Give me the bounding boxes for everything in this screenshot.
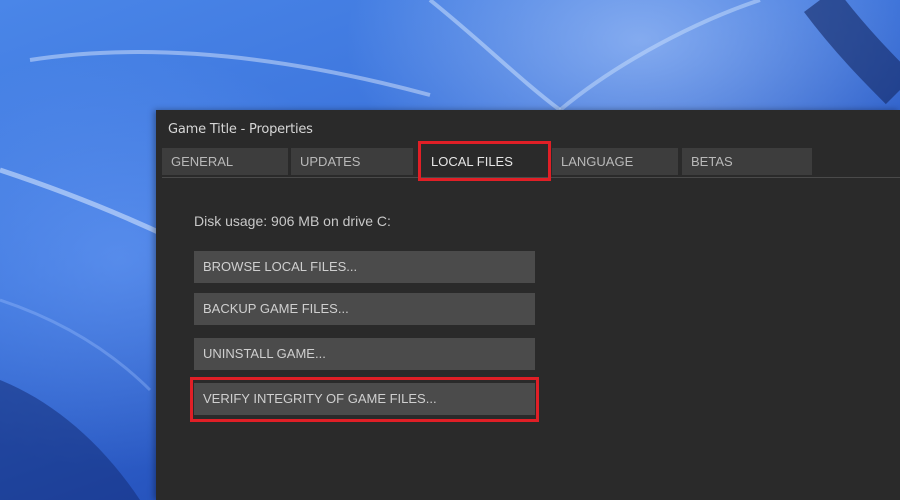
verify-integrity-button[interactable]: VERIFY INTEGRITY OF GAME FILES... bbox=[194, 383, 535, 415]
tab-language[interactable]: LANGUAGE bbox=[552, 148, 678, 175]
uninstall-game-button[interactable]: UNINSTALL GAME... bbox=[194, 338, 535, 370]
window-title: Game Title - Properties bbox=[168, 122, 313, 137]
tab-updates[interactable]: UPDATES bbox=[291, 148, 413, 175]
properties-window: Game Title - Properties GENERAL UPDATES … bbox=[156, 110, 900, 500]
browse-local-files-button[interactable]: BROWSE LOCAL FILES... bbox=[194, 251, 535, 283]
tab-local-files[interactable]: LOCAL FILES bbox=[422, 148, 548, 178]
tab-general[interactable]: GENERAL bbox=[162, 148, 288, 175]
backup-game-files-button[interactable]: BACKUP GAME FILES... bbox=[194, 293, 535, 325]
disk-usage-text: Disk usage: 906 MB on drive C: bbox=[194, 213, 391, 229]
tab-bar: GENERAL UPDATES LOCAL FILES LANGUAGE BET… bbox=[162, 148, 900, 178]
tab-betas[interactable]: BETAS bbox=[682, 148, 812, 175]
